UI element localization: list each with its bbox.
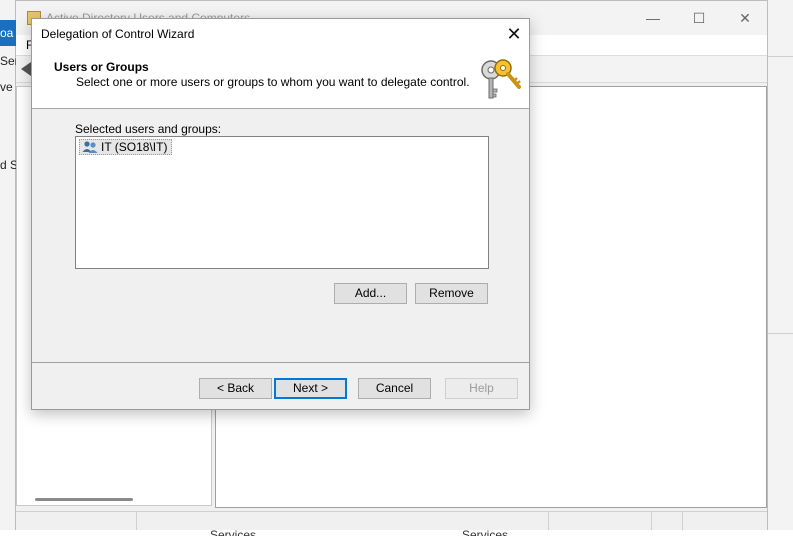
edge-selected-fragment: oa xyxy=(0,20,16,46)
bottom-strip xyxy=(0,530,793,536)
background-divider xyxy=(768,333,793,334)
selected-users-list[interactable]: IT (SO18\IT) xyxy=(75,136,489,269)
bottom-column-label: Services xyxy=(210,528,257,536)
dialog-close-button[interactable]: ✕ xyxy=(500,22,528,46)
edge-text-fragment: ve xyxy=(0,80,13,94)
dialog-titlebar: Delegation of Control Wizard ✕ xyxy=(32,19,529,48)
dialog-title: Delegation of Control Wizard xyxy=(41,27,195,41)
selected-users-label: Selected users and groups: xyxy=(75,122,222,136)
next-button[interactable]: Next > xyxy=(274,378,347,399)
status-separator xyxy=(651,512,652,531)
back-arrow-icon[interactable] xyxy=(21,62,31,76)
list-item-label: IT (SO18\IT) xyxy=(101,140,168,154)
edge-text-fragment: d S xyxy=(0,158,16,172)
background-divider xyxy=(768,56,793,57)
back-button[interactable]: < Back xyxy=(199,378,272,399)
status-separator xyxy=(682,512,683,531)
edge-text-fragment: Ser xyxy=(0,54,16,68)
add-button[interactable]: Add... xyxy=(334,283,407,304)
list-item[interactable]: IT (SO18\IT) xyxy=(79,139,173,155)
bottom-column-label: Services xyxy=(462,528,509,536)
delegation-wizard-dialog: Delegation of Control Wizard ✕ Users or … xyxy=(31,18,530,410)
keys-icon xyxy=(481,59,521,99)
wizard-footer: < Back Next > Cancel Help xyxy=(32,363,529,409)
status-separator xyxy=(136,512,137,531)
window-close-button[interactable]: ✕ xyxy=(722,7,768,29)
horizontal-scrollbar[interactable] xyxy=(35,498,133,501)
minimize-button[interactable]: — xyxy=(630,7,676,29)
remove-button[interactable]: Remove xyxy=(415,283,488,304)
cancel-button[interactable]: Cancel xyxy=(358,378,431,399)
status-bar xyxy=(16,511,767,531)
wizard-step-description: Select one or more users or groups to wh… xyxy=(76,75,470,89)
help-button: Help xyxy=(445,378,518,399)
status-separator xyxy=(548,512,549,531)
wizard-step-title: Users or Groups xyxy=(54,60,149,74)
user-group-icon xyxy=(82,141,98,153)
wizard-header: Users or Groups Select one or more users… xyxy=(32,48,529,109)
maximize-button[interactable]: ☐ xyxy=(676,7,722,29)
